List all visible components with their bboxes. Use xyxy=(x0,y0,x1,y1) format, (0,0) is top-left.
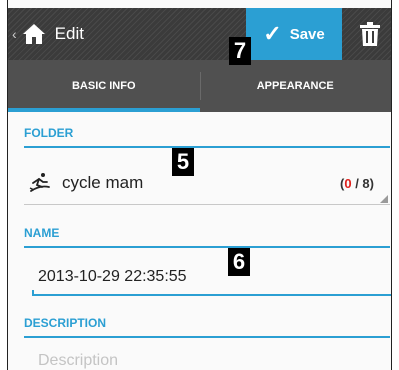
tab-basic-info[interactable]: BASIC INFO xyxy=(8,60,200,112)
tab-bar: BASIC INFO APPEARANCE xyxy=(8,60,391,112)
back-caret-icon: ‹ xyxy=(12,26,17,42)
folder-count: (0 / 8) xyxy=(340,175,374,191)
name-field-underline xyxy=(32,290,391,296)
action-bar: ‹ Edit ✓ Save xyxy=(8,8,391,60)
tab-label: APPEARANCE xyxy=(256,80,334,92)
description-field[interactable] xyxy=(32,346,391,370)
save-label: Save xyxy=(289,25,325,43)
home-icon xyxy=(22,24,45,44)
delete-button[interactable] xyxy=(350,8,390,60)
folder-spinner[interactable]: cycle mam (0 / 8) xyxy=(24,163,390,203)
tab-appearance[interactable]: APPEARANCE xyxy=(199,60,392,112)
annotation-badge-save: 7 xyxy=(229,37,251,65)
app-frame: ‹ Edit ✓ Save BASIC INFO APPEARANCE FOLD… xyxy=(7,0,392,370)
annotation-badge-name: 6 xyxy=(228,248,250,276)
folder-header: FOLDER xyxy=(24,126,390,148)
spinner-indicator-icon xyxy=(380,195,388,203)
cyclist-icon xyxy=(29,173,50,192)
folder-divider xyxy=(24,204,390,205)
description-header: DESCRIPTION xyxy=(24,316,390,338)
up-navigation[interactable]: ‹ Edit xyxy=(12,8,84,60)
name-field[interactable] xyxy=(32,258,391,296)
save-button[interactable]: ✓ Save xyxy=(246,8,342,60)
annotation-badge-folder: 5 xyxy=(172,148,194,176)
name-header: NAME xyxy=(24,226,390,248)
trash-icon xyxy=(360,22,380,46)
screen-title: Edit xyxy=(54,24,84,43)
tab-label: BASIC INFO xyxy=(71,80,136,92)
check-icon: ✓ xyxy=(263,21,282,46)
folder-value: cycle mam xyxy=(62,173,144,192)
